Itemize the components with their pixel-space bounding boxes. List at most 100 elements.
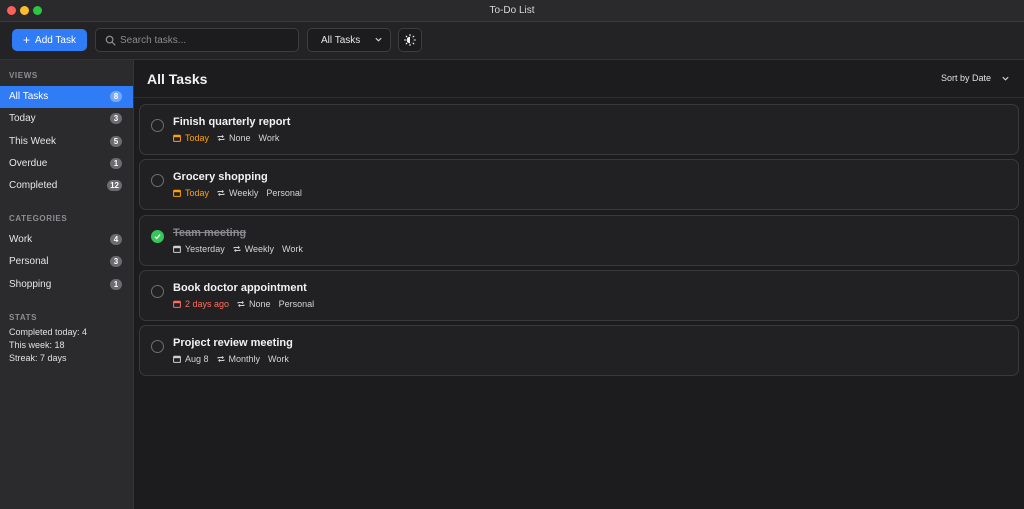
- repeat-icon: [233, 245, 241, 253]
- task-category: Work: [268, 354, 289, 364]
- task-repeat: None: [217, 133, 251, 143]
- task-due-text: 2 days ago: [185, 299, 230, 309]
- count-badge: 3: [110, 256, 122, 267]
- count-badge: 3: [110, 113, 122, 124]
- task-due-text: Today: [185, 133, 210, 143]
- repeat-icon: [217, 189, 225, 197]
- sidebar-item-personal[interactable]: Personal 3: [0, 251, 133, 273]
- task-card[interactable]: Finish quarterly report Today None Work: [139, 104, 1019, 155]
- search-box[interactable]: [95, 28, 299, 52]
- count-badge: 1: [110, 279, 122, 290]
- main-header: All Tasks Sort by Date: [134, 60, 1024, 98]
- count-badge: 5: [110, 136, 122, 147]
- task-card[interactable]: Team meeting Yesterday Weekly Work: [139, 215, 1019, 266]
- sidebar-item-completed[interactable]: Completed 12: [0, 175, 133, 197]
- task-repeat-text: Weekly: [229, 188, 259, 198]
- sidebar-item-label: Today: [9, 113, 36, 124]
- sidebar-item-today[interactable]: Today 3: [0, 108, 133, 130]
- task-category: Work: [258, 133, 280, 143]
- sidebar-item-label: Completed: [9, 180, 58, 191]
- repeat-icon: [217, 134, 225, 142]
- sidebar-item-all-tasks[interactable]: All Tasks 8: [0, 86, 133, 108]
- add-task-button[interactable]: + Add Task: [12, 29, 87, 51]
- sidebar-item-label: All Tasks: [9, 91, 49, 102]
- task-repeat: None: [237, 299, 271, 309]
- theme-icon: [404, 34, 416, 46]
- task-title: Project review meeting: [173, 337, 293, 349]
- task-due: 2 days ago: [173, 299, 229, 309]
- task-repeat: Weekly: [217, 188, 258, 198]
- add-task-label: Add Task: [35, 34, 76, 46]
- task-due: Today: [173, 133, 209, 143]
- task-category: Work: [282, 244, 303, 254]
- task-due: Aug 8: [173, 354, 209, 364]
- stat-streak: Streak: 7 days: [9, 353, 67, 363]
- task-checkbox[interactable]: [151, 174, 164, 187]
- window-title: To-Do List: [489, 5, 535, 16]
- sidebar-item-work[interactable]: Work 4: [0, 229, 133, 251]
- task-card[interactable]: Grocery shopping Today Weekly Personal: [139, 159, 1019, 210]
- plus-icon: +: [23, 33, 31, 47]
- task-due-text: Yesterday: [185, 244, 225, 254]
- task-repeat-text: None: [229, 133, 251, 143]
- stats-section-title: STATS: [9, 313, 38, 322]
- main-panel: All Tasks Sort by Date Finish quarterly …: [134, 60, 1024, 509]
- sort-dropdown[interactable]: Sort by Date: [941, 73, 1010, 83]
- sidebar-item-label: Shopping: [9, 279, 52, 290]
- task-repeat-text: Weekly: [244, 244, 275, 254]
- task-checkbox[interactable]: [151, 119, 164, 132]
- theme-toggle-button[interactable]: [398, 28, 422, 52]
- task-due-text: Aug 8: [185, 354, 209, 364]
- chevron-down-icon: [1002, 76, 1009, 81]
- task-meta: Today Weekly Personal: [173, 188, 310, 198]
- sidebar-item-this-week[interactable]: This Week 5: [0, 131, 133, 153]
- task-card[interactable]: Project review meeting Aug 8 Monthly Wor…: [139, 325, 1019, 376]
- categories-section-title: CATEGORIES: [9, 214, 68, 223]
- page-title: All Tasks: [147, 71, 208, 87]
- calendar-icon: [173, 134, 181, 142]
- count-badge: 12: [107, 180, 122, 191]
- repeat-icon: [237, 300, 245, 308]
- task-card[interactable]: Book doctor appointment 2 days ago None …: [139, 270, 1019, 321]
- task-title: Book doctor appointment: [173, 282, 307, 294]
- repeat-icon: [217, 355, 224, 363]
- task-title: Finish quarterly report: [173, 116, 291, 128]
- task-meta: Today None Work: [173, 133, 287, 143]
- filter-select[interactable]: All Tasks: [307, 28, 391, 52]
- task-checkbox[interactable]: [151, 285, 164, 298]
- task-repeat-text: Monthly: [228, 354, 261, 364]
- search-input[interactable]: [120, 32, 290, 48]
- calendar-icon: [173, 355, 181, 363]
- task-meta: 2 days ago None Personal: [173, 299, 322, 309]
- title-bar: To-Do List: [0, 0, 1024, 22]
- task-meta: Aug 8 Monthly Work: [173, 354, 297, 364]
- task-checkbox-checked[interactable]: [151, 230, 164, 243]
- task-repeat: Monthly: [217, 354, 261, 364]
- count-badge: 8: [110, 91, 122, 102]
- toolbar: + Add Task All Tasks: [0, 22, 1024, 60]
- sidebar-item-label: Personal: [9, 256, 49, 267]
- search-icon: [105, 35, 116, 46]
- task-meta: Yesterday Weekly Work: [173, 244, 311, 254]
- calendar-icon: [173, 189, 181, 197]
- sidebar: VIEWS All Tasks 8 Today 3 This Week 5 Ov…: [0, 60, 134, 509]
- calendar-icon: [173, 245, 181, 253]
- views-section-title: VIEWS: [9, 71, 38, 80]
- task-category: Personal: [266, 188, 302, 198]
- checkmark-icon: [154, 234, 161, 240]
- sidebar-item-label: Work: [9, 234, 33, 245]
- task-checkbox[interactable]: [151, 340, 164, 353]
- sidebar-item-shopping[interactable]: Shopping 1: [0, 274, 133, 296]
- stat-completed-today: Completed today: 4: [9, 327, 88, 337]
- sidebar-item-label: Overdue: [9, 158, 48, 169]
- task-category: Personal: [278, 299, 315, 309]
- task-due: Today: [173, 188, 209, 198]
- task-due: Yesterday: [173, 244, 225, 254]
- sidebar-item-overdue[interactable]: Overdue 1: [0, 153, 133, 175]
- sidebar-item-label: This Week: [9, 136, 57, 147]
- task-repeat-text: None: [249, 299, 271, 309]
- task-title: Grocery shopping: [173, 171, 268, 183]
- task-due-text: Today: [185, 188, 210, 198]
- chevron-down-icon: [375, 37, 382, 42]
- count-badge: 4: [110, 234, 122, 245]
